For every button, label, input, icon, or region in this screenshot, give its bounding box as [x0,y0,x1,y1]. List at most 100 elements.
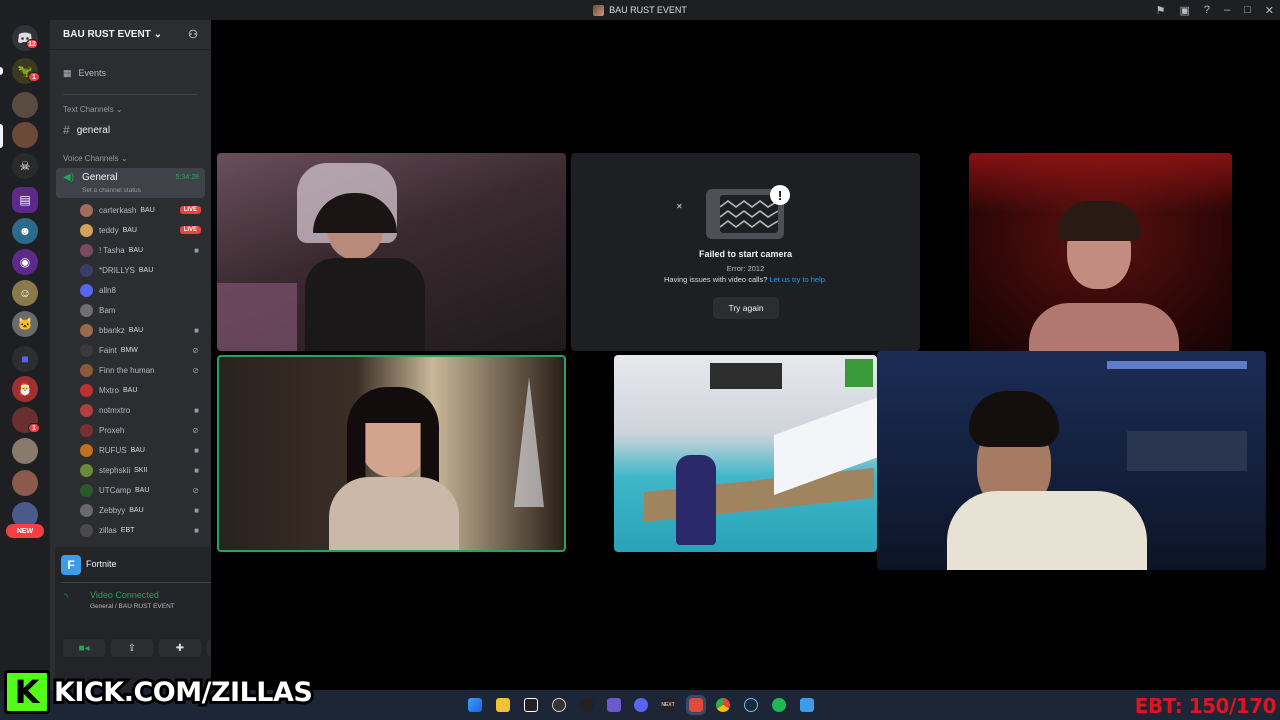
server-icon[interactable] [12,92,38,118]
help-icon[interactable]: ? [1204,4,1210,16]
avatar [80,223,93,237]
live-badge: LIVE [179,226,201,234]
server-icon[interactable]: ◉ [12,249,38,275]
camera-help-line: Having issues with video calls? Let us t… [571,275,920,284]
member-tag: BAU [128,326,144,334]
chrome-icon[interactable] [716,698,730,712]
close-button[interactable]: ✕ [1265,4,1274,17]
screen-icon[interactable]: ▣ [1179,4,1189,17]
camera-error-tile: ✕ ! Failed to start camera Error: 2012 H… [571,153,920,351]
voice-member[interactable]: Mxtro BAU [80,380,205,400]
category-label: Text Channels [63,105,114,114]
steam-icon[interactable] [744,698,758,712]
avatar [80,263,93,277]
active-app-icon[interactable] [686,695,706,715]
voice-member[interactable]: stephskii SKII ■ [80,460,205,480]
try-again-button[interactable]: Try again [713,297,779,319]
avatar [80,343,93,357]
text-channels-category[interactable]: Text Channels ⌄ [50,105,211,114]
screenshare-button[interactable]: ⇪ [111,639,153,657]
voice-channel-general[interactable]: ◀) General 5:34:28 Set a channel status [56,168,205,198]
voice-member[interactable]: zillas EBT ■ [80,520,205,540]
member-name: Proxeh [99,425,125,435]
start-icon[interactable] [468,698,482,712]
avatar [80,383,93,397]
activities-button[interactable]: ✚ [159,639,201,657]
server-icon[interactable]: 🎅 [12,376,38,402]
maximize-button[interactable]: □ [1244,4,1251,16]
minimize-button[interactable]: – [1224,4,1230,16]
events-link[interactable]: ▦ Events [50,64,211,82]
voice-member[interactable]: *DRILLYS BAU [80,260,205,280]
channel-sidebar: BAU RUST EVENT ⌄ ⚇ ▦ Events Text Channel… [50,20,255,697]
member-tag: BAU [129,506,144,514]
discord-taskbar-icon[interactable] [634,698,648,712]
voice-member[interactable]: UTCamp BAU ⊘ [80,480,205,500]
voice-member[interactable]: Faint BMW ⊘ [80,340,205,360]
server-icon-active[interactable] [12,122,38,148]
fortnite-taskbar-icon[interactable] [800,698,814,712]
server-icon[interactable]: ▤ [12,187,38,213]
server-list: 12 🦖 1 ☠ ▤ ☻ ◉ ☺ 🐱 ■ 🎅 1 NEW [0,20,50,690]
server-icon[interactable]: 🐱 [12,311,38,337]
video-camera-icon: ■ [194,505,199,515]
voice-member[interactable]: carterkash BAU LIVE [80,200,205,220]
server-name: BAU RUST EVENT [63,29,151,40]
server-icon[interactable] [12,470,38,496]
voice-member[interactable]: Zebbyy BAU ■ [80,500,205,520]
video-tile[interactable] [877,351,1266,570]
server-header[interactable]: BAU RUST EVENT ⌄ ⚇ [50,20,211,50]
close-x-icon[interactable]: ✕ [676,202,683,211]
voice-member[interactable]: Proxeh ⊘ [80,420,205,440]
camera-error-code: Error: 2012 [726,264,765,273]
voice-member[interactable]: RUFUS BAU ■ [80,440,205,460]
video-tile-speaking[interactable] [217,355,566,552]
capcut-icon[interactable] [524,698,538,712]
camera-help-link[interactable]: Let us try to help. [769,275,827,284]
app-icon[interactable] [580,698,594,712]
voice-member[interactable]: Bam [80,300,205,320]
avatar [80,503,93,517]
avatar [80,363,93,377]
screenshare-tile[interactable] [614,355,877,552]
voice-status[interactable]: Video Connected [90,590,159,600]
server-icon[interactable]: ☻ [12,218,38,244]
fortnite-icon: F [61,555,81,575]
window-title: BAU RUST EVENT [593,4,687,16]
muted-icon: ⊘ [192,365,199,375]
voice-location: General / BAU RUST EVENT [90,603,175,610]
voice-member[interactable]: bbankz BAU ■ [80,320,205,340]
server-icon[interactable]: ☠ [12,153,38,179]
voice-member[interactable]: ! Tasha BAU ■ [80,240,205,260]
server-icon[interactable] [12,438,38,464]
member-tag: SKII [134,466,148,474]
grid-app-icon[interactable] [607,698,621,712]
video-tile[interactable] [969,153,1232,351]
channel-general-text[interactable]: # general [50,121,211,139]
avatar [80,283,93,297]
camera-error-title: Failed to start camera [698,249,793,259]
window-title-text: BAU RUST EVENT [609,5,687,15]
inbox-icon[interactable]: ⚑ [1156,4,1166,17]
voice-member[interactable]: alln8 [80,280,205,300]
video-grid: ✕ ! Failed to start camera Error: 2012 H… [211,20,1280,690]
new-servers-pill[interactable]: NEW [6,524,44,538]
voice-member[interactable]: teddy BAU LIVE [80,220,205,240]
broken-camera-icon: ! [706,185,790,239]
add-member-icon[interactable]: ⚇ [188,28,198,41]
server-icon[interactable]: ☺ [12,280,38,306]
obs-icon[interactable] [552,698,566,712]
folder-icon[interactable]: ■ [12,346,38,372]
member-name: *DRILLYS [99,265,135,275]
file-explorer-icon[interactable] [496,698,510,712]
video-tile[interactable] [217,153,566,351]
spotify-icon[interactable] [772,698,786,712]
voice-member[interactable]: notmxtro ■ [80,400,205,420]
channel-status-hint[interactable]: Set a channel status [82,187,141,194]
voice-member[interactable]: Finn the human ⊘ [80,360,205,380]
ebt-counter: EBT: 150/170 [1134,694,1277,718]
next-app-icon[interactable]: NEXT [661,698,675,712]
camera-button[interactable]: ■◂ [63,639,105,657]
voice-channels-category[interactable]: Voice Channels ⌄ [50,154,211,163]
video-camera-icon: ■ [194,525,199,535]
